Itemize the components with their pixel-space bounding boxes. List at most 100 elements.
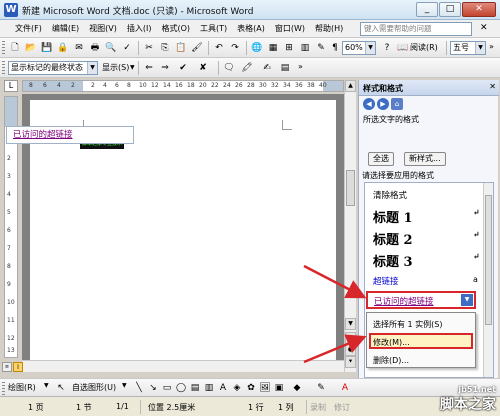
vertical-scrollbar[interactable]: ▲ ▼ ⯅ ● ⯆ bbox=[344, 80, 356, 372]
toolbar-overflow-icon[interactable]: » bbox=[489, 42, 494, 51]
redo-icon[interactable]: ↷ bbox=[228, 41, 242, 55]
select-all-button[interactable]: 全选 bbox=[368, 152, 394, 166]
horizontal-ruler[interactable]: 8 6 4 2 2 4 6 8 10 12 14 16 18 20 22 24 … bbox=[22, 80, 344, 92]
vertical-text-box-icon[interactable]: ▥ bbox=[202, 381, 216, 395]
toolbar-overflow-icon[interactable]: » bbox=[298, 62, 303, 71]
columns-icon[interactable]: ▥ bbox=[298, 41, 312, 55]
previous-change-icon[interactable]: ⇐ bbox=[142, 61, 156, 75]
select-browse-object-icon[interactable]: ● bbox=[345, 344, 356, 356]
save-icon[interactable]: 💾 bbox=[40, 41, 54, 55]
new-document-icon[interactable]: 🗋 bbox=[8, 41, 22, 55]
text-box-icon[interactable]: ▤ bbox=[188, 381, 202, 395]
scroll-thumb[interactable] bbox=[346, 170, 355, 206]
menu-window[interactable]: 窗口(W) bbox=[270, 23, 310, 35]
markup-view-combo[interactable]: 显示标记的最终状态 ▼ bbox=[8, 61, 98, 75]
menu-item-delete[interactable]: 删除(D)... bbox=[373, 355, 409, 366]
toolbar-grip[interactable] bbox=[2, 382, 5, 396]
new-style-button[interactable]: 新样式... bbox=[404, 152, 446, 166]
chevron-down-icon[interactable]: ▼ bbox=[122, 382, 127, 389]
rectangle-icon[interactable]: ▭ bbox=[160, 381, 174, 395]
select-objects-icon[interactable]: ↖ bbox=[54, 381, 68, 395]
clip-art-icon[interactable]: ✿ bbox=[244, 381, 258, 395]
picture-alt-icon[interactable]: ▣ bbox=[272, 381, 286, 395]
insert-comment-icon[interactable]: 🗨 bbox=[222, 61, 236, 75]
menu-tools[interactable]: 工具(T) bbox=[195, 23, 232, 35]
menu-item-modify[interactable]: 修改(M)... bbox=[373, 337, 410, 348]
menu-file[interactable]: 文件(F) bbox=[10, 23, 47, 35]
status-track-changes[interactable]: 修订 bbox=[334, 402, 350, 413]
chevron-down-icon[interactable]: ▼ bbox=[87, 62, 97, 74]
draw-menu-button[interactable]: 绘图(R) bbox=[8, 382, 36, 393]
fill-color-icon[interactable]: ◆ bbox=[290, 381, 304, 395]
menu-help[interactable]: 帮助(H) bbox=[310, 23, 348, 35]
word-app-icon[interactable]: W bbox=[4, 3, 18, 17]
arrow-icon[interactable]: ↘ bbox=[146, 381, 160, 395]
next-change-icon[interactable]: ⇒ bbox=[158, 61, 172, 75]
menu-view[interactable]: 视图(V) bbox=[84, 23, 122, 35]
menu-insert[interactable]: 插入(I) bbox=[122, 23, 157, 35]
font-color-icon[interactable]: A bbox=[338, 381, 352, 395]
print-preview-icon[interactable]: 🔍 bbox=[104, 41, 118, 55]
picture-icon[interactable]: 🖼 bbox=[258, 381, 272, 395]
menu-table[interactable]: 表格(A) bbox=[232, 23, 270, 35]
read-mode-button[interactable]: 阅读(R) bbox=[410, 42, 438, 53]
horizontal-scrollbar[interactable] bbox=[22, 360, 344, 372]
email-icon[interactable]: ✉ bbox=[72, 41, 86, 55]
scroll-thumb[interactable] bbox=[485, 195, 492, 325]
close-icon[interactable]: ✕ bbox=[489, 82, 496, 91]
autoshapes-button[interactable]: 自选图形(U) bbox=[72, 382, 116, 393]
paste-icon[interactable]: 📋 bbox=[174, 41, 188, 55]
insert-table-icon[interactable]: ⊞ bbox=[282, 41, 296, 55]
open-folder-icon[interactable]: 📂 bbox=[24, 41, 38, 55]
drawing-icon[interactable]: ✎ bbox=[314, 41, 328, 55]
font-size-combo[interactable]: 五号 ▼ bbox=[450, 41, 486, 55]
show-menu-button[interactable]: 显示(S) bbox=[102, 62, 129, 73]
tab-selector[interactable]: L bbox=[4, 80, 18, 92]
highlight-icon[interactable]: 🖍 bbox=[240, 61, 254, 75]
chevron-down-icon[interactable]: ▼ bbox=[44, 382, 49, 389]
document-close-icon[interactable]: ✕ bbox=[480, 23, 488, 33]
oval-icon[interactable]: ◯ bbox=[174, 381, 188, 395]
line-color-icon[interactable]: ✎ bbox=[314, 381, 328, 395]
next-page-icon[interactable]: ⯆ bbox=[345, 356, 356, 368]
copy-icon[interactable]: ⎘ bbox=[158, 41, 172, 55]
zoom-combo[interactable]: 60% ▼ bbox=[342, 41, 376, 55]
home-icon[interactable]: ⌂ bbox=[391, 98, 403, 110]
normal-view-icon[interactable]: ≡ bbox=[2, 362, 12, 372]
scroll-down-icon[interactable]: ▼ bbox=[345, 318, 356, 330]
undo-icon[interactable]: ↶ bbox=[212, 41, 226, 55]
close-button[interactable]: ✕ bbox=[462, 2, 496, 17]
show-hide-icon[interactable]: ¶ bbox=[328, 41, 342, 55]
menu-format[interactable]: 格式(O) bbox=[156, 23, 195, 35]
previous-page-icon[interactable]: ⯅ bbox=[345, 332, 356, 344]
diagram-icon[interactable]: ◈ bbox=[230, 381, 244, 395]
format-painter-icon[interactable]: 🖌 bbox=[190, 41, 204, 55]
task-pane-header[interactable]: 样式和格式 ✕ bbox=[359, 80, 499, 96]
toolbar-grip[interactable] bbox=[2, 41, 5, 55]
maximize-button[interactable]: □ bbox=[439, 2, 461, 17]
chevron-down-icon[interactable]: ▼ bbox=[475, 42, 485, 54]
accept-change-icon[interactable]: ✔ bbox=[176, 61, 190, 75]
line-icon[interactable]: ╲ bbox=[132, 381, 146, 395]
tables-borders-icon[interactable]: ▦ bbox=[266, 41, 280, 55]
cut-icon[interactable]: ✂ bbox=[142, 41, 156, 55]
forward-icon[interactable]: ▶ bbox=[377, 98, 389, 110]
chevron-down-icon[interactable]: ▼ bbox=[365, 42, 375, 54]
minimize-button[interactable]: _ bbox=[416, 2, 438, 17]
help-question-input[interactable]: 键入需要帮助的问题 bbox=[360, 22, 472, 36]
read-mode-icon[interactable]: 📖 bbox=[396, 41, 410, 55]
print-icon[interactable]: 🖶 bbox=[88, 41, 102, 55]
hyperlink-icon[interactable]: 🌐 bbox=[250, 41, 264, 55]
style-list-scrollbar[interactable] bbox=[483, 183, 493, 377]
permission-icon[interactable]: 🔒 bbox=[56, 41, 70, 55]
print-layout-view-icon[interactable]: ▯ bbox=[13, 362, 23, 372]
style-item-visited-hyperlink[interactable]: 已访问的超链接 ▼ bbox=[366, 291, 476, 309]
help-icon[interactable]: ? bbox=[380, 41, 394, 55]
reject-change-icon[interactable]: ✘ bbox=[196, 61, 210, 75]
current-style-box[interactable]: 已访问的超链接 bbox=[6, 126, 134, 144]
track-changes-icon[interactable]: ✍ bbox=[260, 61, 274, 75]
back-icon[interactable]: ◀ bbox=[363, 98, 375, 110]
scroll-up-icon[interactable]: ▲ bbox=[345, 80, 356, 92]
menu-edit[interactable]: 编辑(E) bbox=[47, 23, 84, 35]
chevron-down-icon[interactable]: ▼ bbox=[130, 64, 135, 71]
